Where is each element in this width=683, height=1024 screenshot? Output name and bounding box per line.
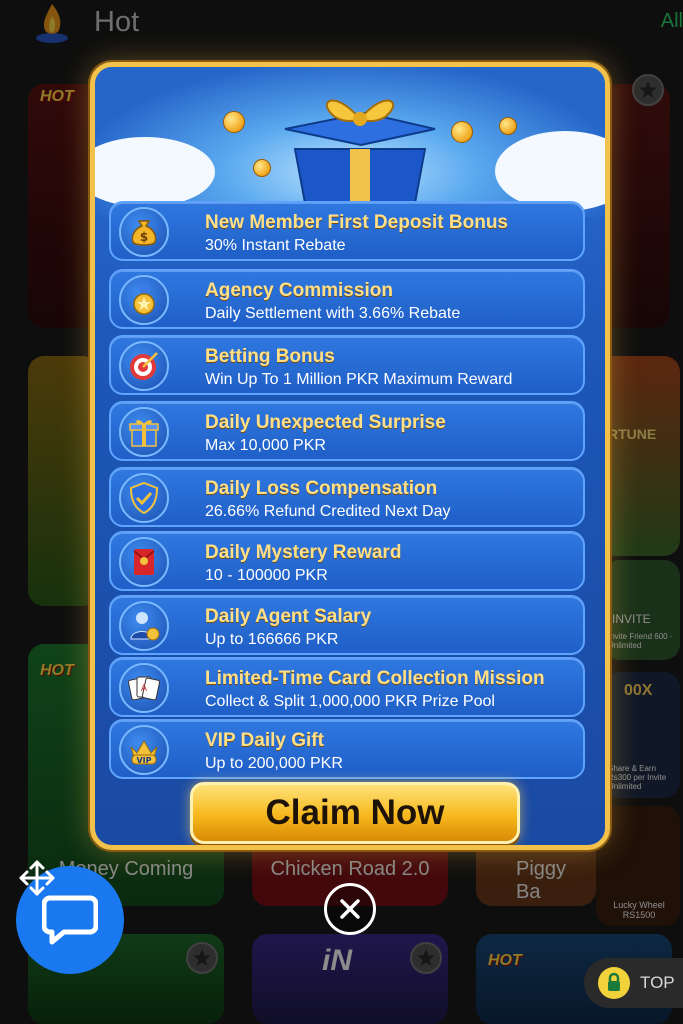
- perk-item: A Limited-Time Card Collection Mission C…: [109, 657, 585, 717]
- coin-decoration: [253, 159, 271, 177]
- lock-icon: [598, 967, 630, 999]
- perk-item: Daily Agent Salary Up to 166666 PKR: [109, 595, 585, 655]
- perk-subtitle: Up to 166666 PKR: [205, 631, 339, 648]
- top-button-label: TOP: [640, 973, 675, 992]
- close-icon: [340, 899, 360, 919]
- perk-item: Daily Loss Compensation 26.66% Refund Cr…: [109, 467, 585, 527]
- claim-now-button[interactable]: Claim Now: [190, 782, 520, 844]
- perk-title: New Member First Deposit Bonus: [205, 212, 508, 233]
- perk-title: Daily Mystery Reward: [205, 542, 402, 563]
- close-popup-button[interactable]: [324, 883, 376, 935]
- gift-box-icon: [119, 407, 169, 457]
- perk-subtitle: Up to 200,000 PKR: [205, 755, 343, 772]
- perk-title: VIP Daily Gift: [205, 730, 324, 751]
- promo-popup: $ New Member First Deposit Bonus 30% Ins…: [90, 62, 610, 850]
- playing-cards-icon: A: [119, 663, 169, 713]
- perk-title: Limited-Time Card Collection Mission: [205, 668, 545, 689]
- chat-bubble-icon: [42, 895, 98, 945]
- red-envelope-icon: [119, 537, 169, 587]
- vip-crown-icon: VIP: [119, 725, 169, 775]
- money-bag-icon: $: [119, 207, 169, 257]
- perk-item: Betting Bonus Win Up To 1 Million PKR Ma…: [109, 335, 585, 395]
- target-icon: [119, 341, 169, 391]
- perk-item: $ New Member First Deposit Bonus 30% Ins…: [109, 201, 585, 261]
- perk-item: VIP VIP Daily Gift Up to 200,000 PKR: [109, 719, 585, 779]
- open-gift-box-icon: [284, 99, 436, 204]
- svg-text:$: $: [140, 230, 148, 244]
- perk-item: Daily Unexpected Surprise Max 10,000 PKR: [109, 401, 585, 461]
- perk-subtitle: Collect & Split 1,000,000 PKR Prize Pool: [205, 693, 495, 710]
- back-to-top-button[interactable]: TOP: [584, 958, 683, 1008]
- cloud-decoration: [495, 131, 605, 211]
- perk-title: Betting Bonus: [205, 346, 335, 367]
- agent-icon: [119, 601, 169, 651]
- perk-item: Agency Commission Daily Settlement with …: [109, 269, 585, 329]
- drag-move-icon[interactable]: [17, 858, 57, 898]
- perk-subtitle: Max 10,000 PKR: [205, 437, 326, 454]
- perk-title: Agency Commission: [205, 280, 393, 301]
- perk-title: Daily Unexpected Surprise: [205, 412, 446, 433]
- perk-subtitle: 10 - 100000 PKR: [205, 567, 328, 584]
- popup-banner: [95, 67, 605, 217]
- perk-subtitle: Daily Settlement with 3.66% Rebate: [205, 305, 461, 322]
- coin-decoration: [499, 117, 517, 135]
- coin-decoration: [451, 121, 473, 143]
- perk-title: Daily Loss Compensation: [205, 478, 438, 499]
- perk-item: Daily Mystery Reward 10 - 100000 PKR: [109, 531, 585, 591]
- medal-icon: [119, 275, 169, 325]
- cloud-decoration: [95, 137, 215, 207]
- perk-subtitle: 26.66% Refund Credited Next Day: [205, 503, 451, 520]
- vip-badge: VIP: [136, 756, 151, 765]
- perk-subtitle: Win Up To 1 Million PKR Maximum Reward: [205, 371, 513, 388]
- coin-decoration: [223, 111, 245, 133]
- shield-check-icon: [119, 473, 169, 523]
- svg-text:A: A: [141, 684, 148, 694]
- perk-title: Daily Agent Salary: [205, 606, 372, 627]
- perk-subtitle: 30% Instant Rebate: [205, 237, 346, 254]
